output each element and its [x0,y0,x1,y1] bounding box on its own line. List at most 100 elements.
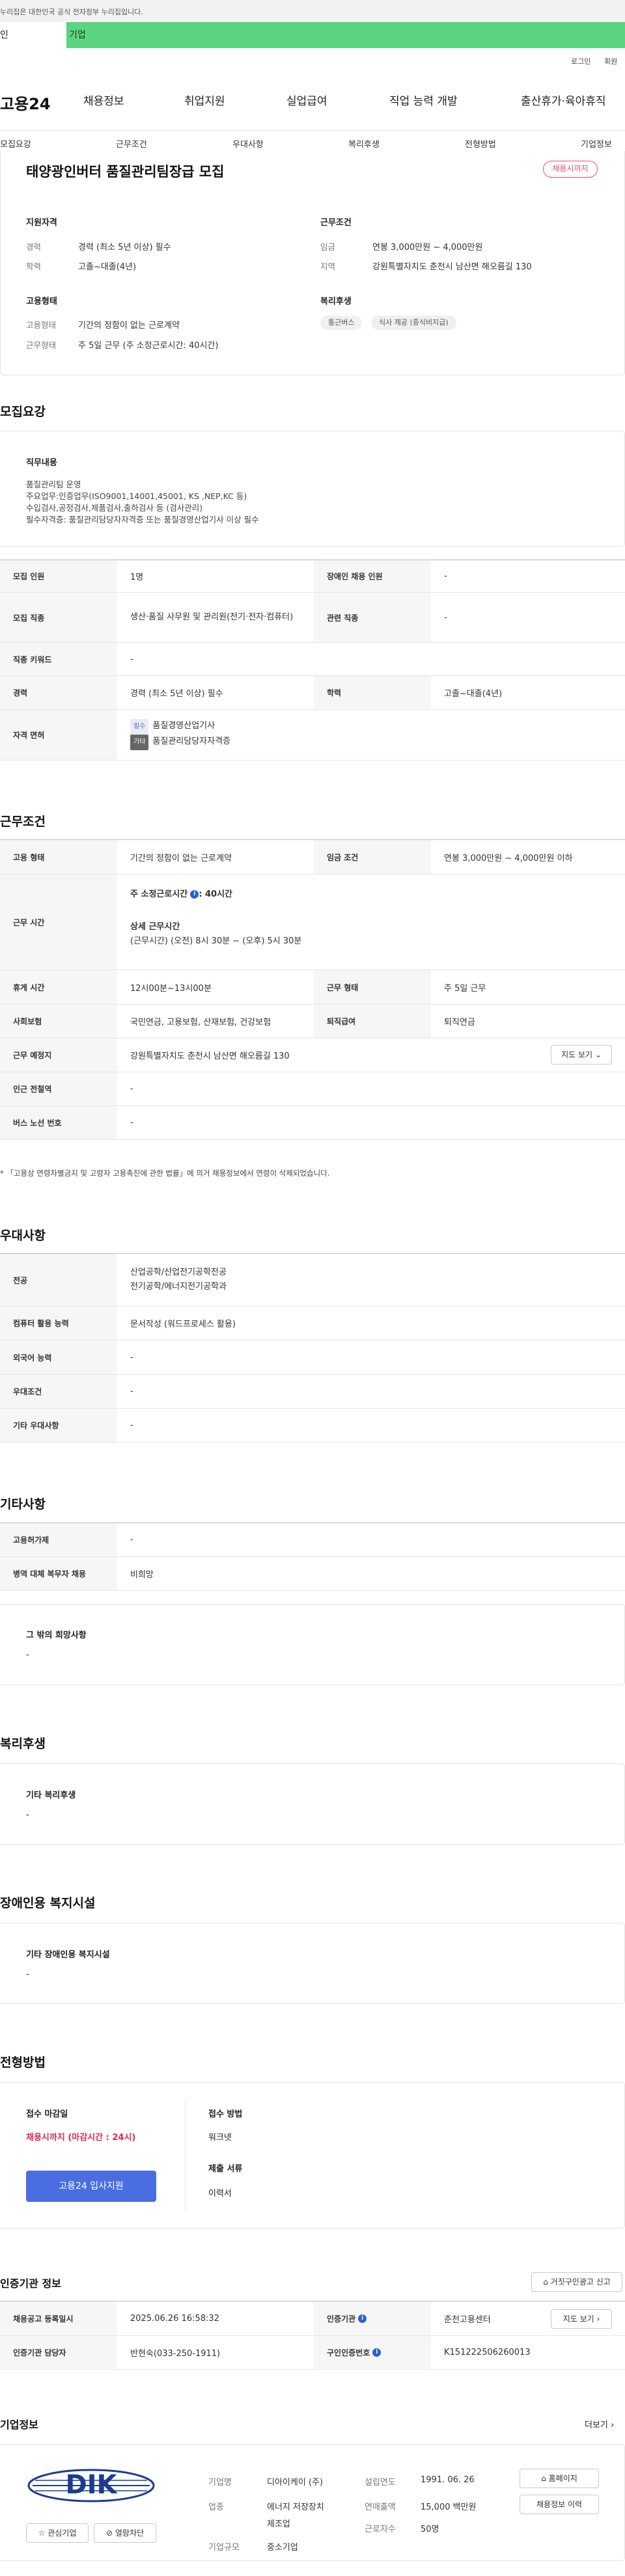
th-break: 휴게 시간 [0,970,117,1004]
company-logo: DIK [26,2466,156,2505]
more-label: 더보기 [585,2420,608,2430]
th-pref-etc: 기타 우대사항 [0,1409,117,1442]
th-emp-type: 고용 형태 [0,840,117,874]
table-row: 전공 산업공학/산업전기공학전공 전기공학/에너지전기공학과 [0,1253,625,1307]
wish-box [0,1604,625,1685]
table-row: 고용 형태 기간의 정함이 없는 근로계약 임금 조건 연봉 3,000만원 ~… [0,839,625,874]
td-subway: - [130,1084,133,1094]
table-row: 버스 노선 번호 - [0,1106,625,1140]
map-button[interactable]: 지도 보기 ⌄ [551,1045,612,1064]
td-language: - [130,1352,133,1363]
agency-map-button[interactable]: 지도 보기 › [551,2309,612,2329]
table-row: 근무 예정지 강원특별자치도 춘천시 남산면 해오름길 130 지도 보기 ⌄ [0,1038,625,1072]
cond-heading: 근무조건 [320,218,352,228]
method-heading: 접수 방법 [208,2109,243,2119]
info-icon[interactable]: i [190,890,199,899]
th-hours: 근무 시간 [0,874,117,969]
td-retirement: 퇴직연금 [444,1018,475,1027]
other-section-title: 기타사항 [0,1497,46,1512]
hours-detail: (근무시간) (오전) 8시 30분 ~ (오후) 5시 30분 [130,936,302,946]
subnav-pref[interactable]: 우대사항 [232,137,264,150]
pref-section-title: 우대사항 [0,1228,46,1243]
th-bus: 버스 노선 번호 [0,1106,117,1139]
hours-total-value: : 40시간 [199,889,232,899]
agency-section-title: 인증기관 정보 [0,2277,61,2290]
welfare-box [0,1763,625,1845]
td-major: 산업공학/산업전기공학전공 전기공학/에너지전기공학과 [117,1254,625,1306]
signup-link[interactable]: 회원 [604,56,617,66]
td-work-type: 주 5일 근무 [444,983,486,994]
duty-line: 수입검사,공정검사,제품검사,출하검사 등 (검사관리) [26,503,203,513]
block-icon: ⊘ [105,2529,113,2538]
th-count: 모집 인원 [0,560,117,592]
th-military: 병역 대체 복무자 채용 [0,1557,117,1590]
gnb-employment-support[interactable]: 취업지원 [184,92,225,108]
subnav-recruit[interactable]: 모집요강 [0,137,31,150]
co-key: 업종 [208,2502,224,2512]
block-button[interactable]: ⊘ 열람차단 [94,2523,156,2543]
co-val: 15,000 백만원 [421,2502,477,2512]
duty-line: 필수자격증: 품질관리담당자자격증 또는 품질경영산업기사 이상 필수 [26,515,259,524]
tab-personal[interactable]: 인 [0,22,66,48]
gnb-jobs[interactable]: 채용정보 [83,92,124,108]
emp-value: 기간의 정함이 없는 근로계약 [78,321,180,331]
th-permit: 고용허가제 [0,1523,117,1556]
login-link[interactable]: 로그인 [571,56,590,66]
co-val: 제조업 [267,2519,290,2529]
more-link[interactable]: 더보기 › [585,2418,614,2430]
gnb-training[interactable]: 직업 능력 개발 [389,92,458,108]
method-value: 워크넷 [208,2133,232,2143]
interest-button[interactable]: ☆ 관심기업 [26,2523,89,2543]
th-language: 외국어 능력 [0,1340,117,1374]
tab-company[interactable]: 기업 [66,22,625,48]
qual-key: 학력 [26,262,42,271]
th-location: 근무 예정지 [0,1038,117,1072]
status-badge: 채용시까지 [543,161,598,178]
table-row: 컴퓨터 활용 능력 문서작성 (워드프로세스 활용) [0,1307,625,1340]
alert-icon: ⌂ [543,2277,548,2286]
star-icon: ☆ [38,2529,46,2538]
table-row: 기타 우대사항 - [0,1409,625,1443]
td-pref-etc: - [130,1420,133,1430]
qual-key: 경력 [26,242,42,252]
duty-heading: 직무내용 [26,458,57,468]
major-line: 산업공학/산업전기공학전공 [130,1268,227,1277]
report-button[interactable]: ⌂ 거짓구인광고 신고 [531,2272,622,2292]
major-line: 전기공학/에너지전기공학과 [130,1282,227,1292]
cond-key: 임금 [320,242,336,252]
apply-button[interactable]: 고용24 입사지원 [26,2171,156,2202]
user-type-tabs: 인 기업 [0,22,625,48]
history-button[interactable]: 채용정보 이력 [520,2495,599,2514]
age-note: * 「고용상 연령차별금지 및 고령자 고용촉진에 관한 법률」에 의거 채용정… [0,1169,330,1178]
homepage-label: 홈페이지 [548,2474,577,2483]
subnav-welfare[interactable]: 복리후생 [348,137,380,150]
homepage-button[interactable]: ⌂ 홈페이지 [520,2469,599,2488]
table-row: 사회보험 국민연금, 고용보험, 산재보험, 건강보험 퇴직급여 퇴직연금 [0,1005,625,1038]
site-logo[interactable]: 고용24 [0,91,51,114]
info-icon[interactable]: i [372,2348,382,2357]
welfare-box-heading: 기타 복리후생 [26,1791,76,1800]
subnav-company[interactable]: 기업정보 [581,137,612,150]
info-icon[interactable]: i [358,2314,367,2323]
disabled-fac-value: - [26,1970,29,1979]
duty-line: 주요업무:인증업무(ISO9001,14001,45001, KS ,NEP,K… [26,491,247,501]
emp-value: 주 5일 근무 (주 소정근로시간: 40시간) [78,341,219,351]
co-key: 연매출액 [365,2502,396,2512]
gnb-parental-leave[interactable]: 출산휴가·육아휴직 [521,92,606,108]
welfare-tag: 식사 제공 (중식비지급) [371,316,456,330]
hours-total-label: 주 소정근로시간 [130,889,188,899]
duty-line: 품질관리팀 운영 [26,480,81,489]
subnav-selection[interactable]: 전형방법 [465,137,496,150]
table-row: 모집 직종 생산·품질 사무원 및 관리원(전기·전자·컴퓨터) 관련 직종 - [0,593,625,643]
td-reg-date: 2025.06.26 16:58:32 [130,2313,219,2324]
recruit-section-title: 모집요강 [0,405,46,419]
subnav-work[interactable]: 근무조건 [116,137,147,150]
th-insurance: 사회보험 [0,1005,117,1038]
td-cert-no: K151222506260013 [444,2348,531,2357]
gnb-unemployment[interactable]: 실업급여 [286,92,327,108]
co-key: 설립연도 [365,2478,396,2488]
td-disabled: - [444,571,447,581]
th-manager: 인증기관 담당자 [0,2336,117,2369]
table-row: 외국어 능력 - [0,1340,625,1375]
co-key: 근로자수 [365,2525,396,2534]
